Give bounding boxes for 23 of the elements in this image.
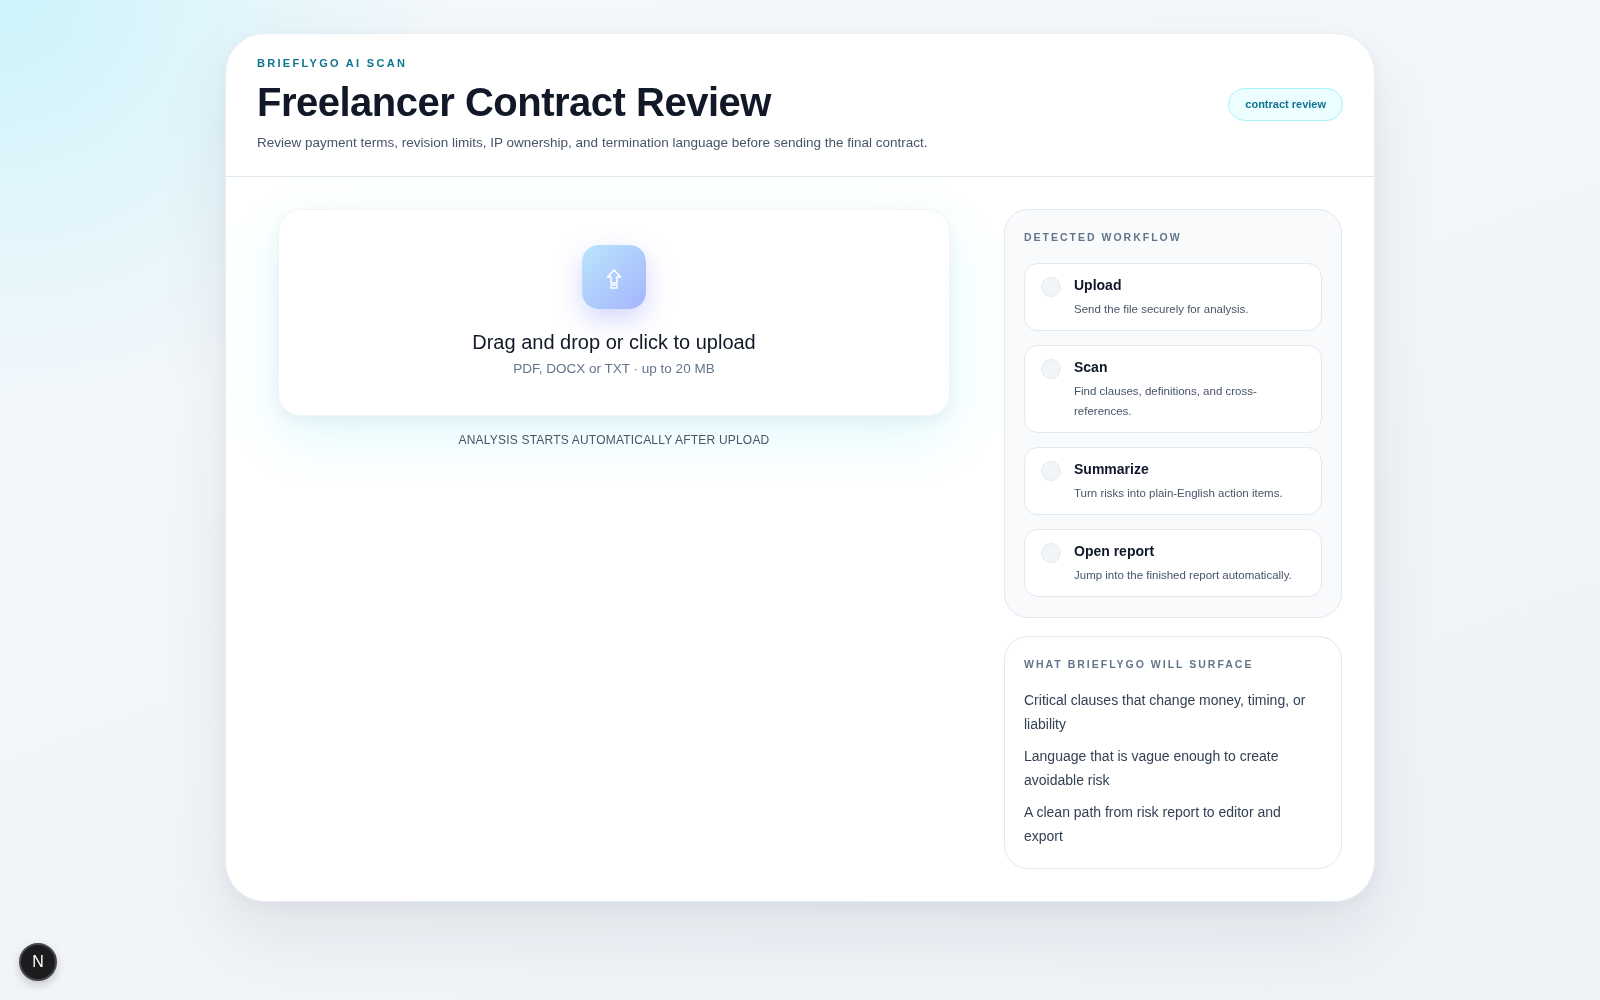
upload-icon bbox=[582, 245, 646, 309]
feature-item: A clean path from risk report to editor and export bbox=[1024, 803, 1282, 846]
step-description: Send the file securely for analysis. bbox=[1074, 302, 1250, 317]
step-title: Open report bbox=[1074, 542, 1155, 561]
step-title: Scan bbox=[1074, 358, 1108, 377]
step-description: Find clauses, definitions, and cross-references. bbox=[1074, 384, 1258, 419]
step-description: Jump into the finished report automatically. bbox=[1074, 568, 1293, 583]
upload-title: Drag and drop or click to upload bbox=[472, 330, 756, 354]
section-heading: WHAT BRIEFLYGO WILL SURFACE bbox=[1024, 657, 1254, 671]
step-title: Upload bbox=[1074, 276, 1122, 295]
page-subtitle: Review payment terms, revision limits, IP ownership, and termination language before sending the final contract. bbox=[257, 134, 928, 152]
page-title: Freelancer Contract Review bbox=[257, 79, 771, 126]
upload-hint: PDF, DOCX or TXT · up to 20 MB bbox=[513, 360, 715, 378]
step-title: Summarize bbox=[1074, 460, 1149, 479]
step-description: Turn risks into plain-English action items. bbox=[1074, 486, 1284, 501]
feature-item: Language that is vague enough to create avoidable risk bbox=[1024, 747, 1280, 790]
category-tag: contract review bbox=[1228, 87, 1343, 121]
dev-indicator-button[interactable]: N bbox=[19, 943, 57, 981]
eyebrow-label: BRIEFLYGO AI SCAN bbox=[257, 56, 408, 70]
upload-note: ANALYSIS STARTS AUTOMATICALLY AFTER UPLOAD bbox=[458, 432, 770, 448]
section-heading: DETECTED WORKFLOW bbox=[1024, 230, 1182, 244]
upload-dropzone[interactable]: Drag and drop or click to upload PDF, DOCX or TXT · up to 20 MB bbox=[278, 209, 950, 416]
feature-item: Critical clauses that change money, timing, or liability bbox=[1024, 691, 1307, 734]
